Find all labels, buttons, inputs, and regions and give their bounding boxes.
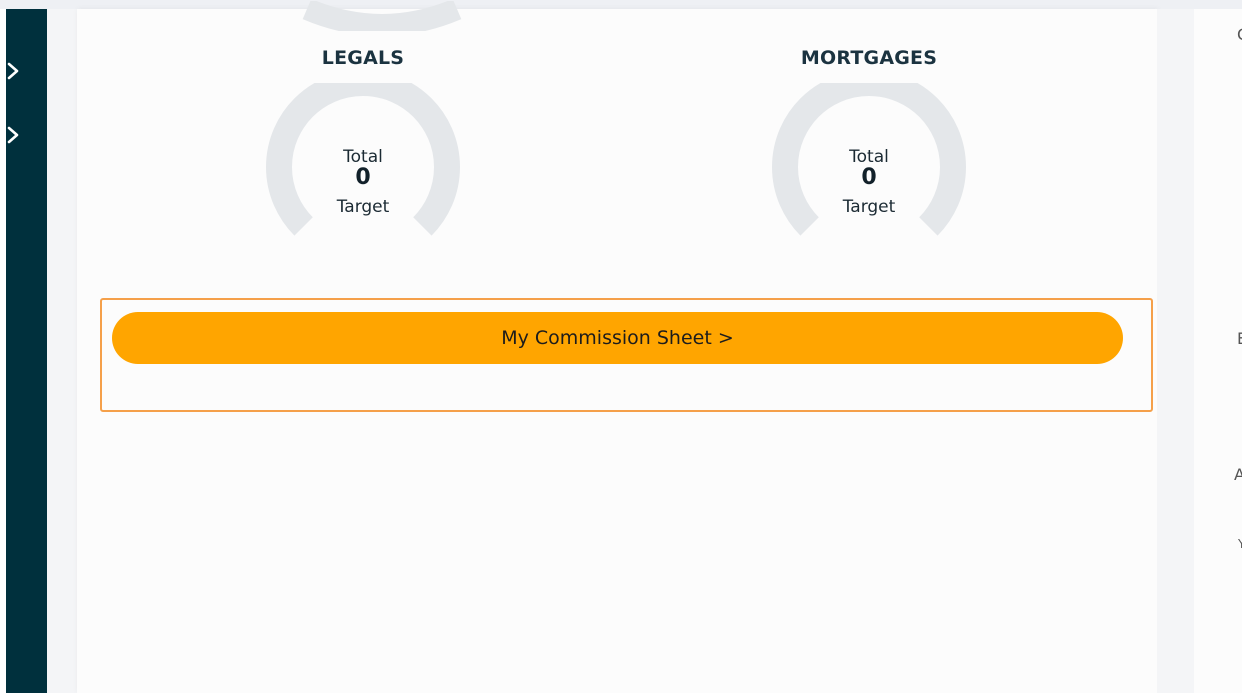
right-panel-text: C (1237, 25, 1242, 44)
commission-highlight-box: My Commission Sheet > (100, 298, 1153, 412)
gauge-legals: LEGALS Total 0 Target (243, 45, 483, 255)
gauge-total-value: 0 (355, 165, 371, 190)
partial-gauge-arc (302, 1, 462, 31)
chevron-right-icon[interactable] (6, 61, 20, 81)
top-strip (0, 0, 1242, 9)
gauge-dial: Total 0 Target (769, 83, 969, 255)
right-panel-text: E (1237, 329, 1242, 348)
gauge-title: MORTGAGES (800, 47, 938, 69)
gauge-dial: Total 0 Target (263, 83, 463, 255)
gutter-right (1157, 9, 1194, 693)
gauge-target-label: Target (842, 197, 896, 217)
right-panel: C E A Y (1194, 9, 1242, 693)
my-commission-sheet-button[interactable]: My Commission Sheet > (112, 312, 1123, 364)
right-panel-text: A (1234, 465, 1242, 484)
dashboard-card: LEGALS Total 0 Target MORTGAGES Total 0 … (77, 1, 1157, 693)
gauge-total-label: Total (849, 147, 889, 167)
chevron-right-icon[interactable] (6, 125, 20, 145)
gutter-left (47, 9, 77, 693)
sidebar (6, 9, 47, 693)
right-panel-text: Y (1238, 537, 1242, 551)
gauge-mortgages: MORTGAGES Total 0 Target (749, 45, 989, 255)
gauge-target-label: Target (336, 197, 390, 217)
gauge-total-value: 0 (861, 165, 877, 190)
gauge-title: LEGALS (321, 47, 405, 69)
gauge-total-label: Total (343, 147, 383, 167)
